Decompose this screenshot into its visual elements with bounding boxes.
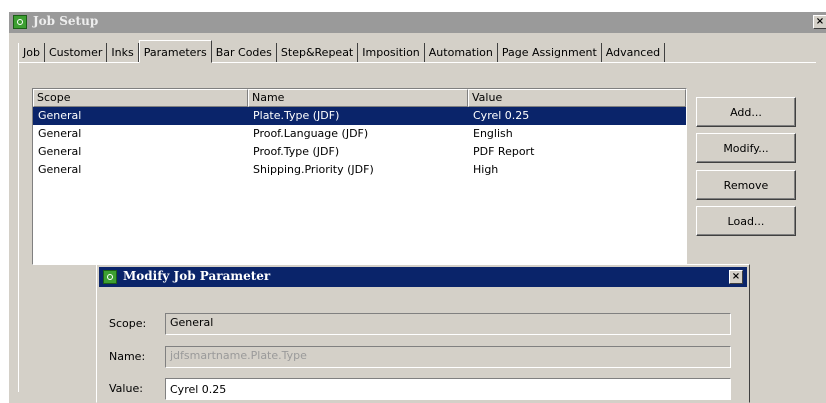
cell-value: English — [473, 127, 513, 140]
remove-button[interactable]: Remove — [696, 170, 796, 200]
window-title: Job Setup — [33, 14, 99, 28]
cell-scope: General — [38, 163, 82, 176]
tab-automation[interactable]: Automation — [425, 43, 498, 62]
column-header-scope[interactable]: Scope — [33, 89, 248, 107]
close-icon[interactable]: × — [729, 270, 743, 284]
tab-bar-codes[interactable]: Bar Codes — [212, 43, 277, 62]
cell-name: Shipping.Priority (JDF) — [253, 163, 374, 176]
cell-name: Plate.Type (JDF) — [253, 109, 340, 122]
cell-scope: General — [38, 127, 82, 140]
close-icon[interactable]: × — [813, 15, 826, 29]
tab-job[interactable]: Job — [18, 43, 45, 62]
dialog-title-bar[interactable]: Modify Job Parameter × — [99, 267, 747, 287]
modify-job-parameter-dialog: Modify Job Parameter × Scope: General Na… — [96, 264, 750, 403]
tab-inks[interactable]: Inks — [107, 43, 139, 62]
scope-label: Scope: — [109, 317, 147, 330]
name-field: jdfsmartname.Plate.Type — [165, 346, 731, 368]
value-label: Value: — [109, 382, 143, 395]
cell-name: Proof.Type (JDF) — [253, 145, 340, 158]
dialog-title: Modify Job Parameter — [123, 269, 271, 283]
title-bar[interactable]: Job Setup × — [9, 12, 826, 33]
table-row[interactable]: General Proof.Language (JDF) English — [33, 125, 686, 143]
cell-name: Proof.Language (JDF) — [253, 127, 369, 140]
tab-imposition[interactable]: Imposition — [358, 43, 425, 62]
tab-bar: Job Customer Inks Parameters Bar Codes S… — [18, 40, 666, 63]
tab-page-assignment[interactable]: Page Assignment — [498, 43, 602, 62]
tab-step-repeat[interactable]: Step&Repeat — [277, 43, 359, 62]
tab-advanced[interactable]: Advanced — [602, 43, 666, 62]
cell-value: High — [473, 163, 499, 176]
column-header-value[interactable]: Value — [468, 89, 686, 107]
table-row[interactable]: General Plate.Type (JDF) Cyrel 0.25 — [33, 107, 686, 125]
cell-scope: General — [38, 145, 82, 158]
app-icon — [103, 270, 117, 284]
load-button[interactable]: Load... — [696, 206, 796, 236]
app-icon — [13, 15, 27, 29]
tab-parameters[interactable]: Parameters — [138, 40, 212, 63]
tab-customer[interactable]: Customer — [45, 43, 108, 62]
cell-value: Cyrel 0.25 — [473, 109, 530, 122]
scope-field: General — [165, 313, 731, 335]
modify-button[interactable]: Modify... — [696, 133, 796, 163]
add-button[interactable]: Add... — [696, 97, 796, 127]
name-label: Name: — [109, 350, 146, 363]
table-row[interactable]: General Proof.Type (JDF) PDF Report — [33, 143, 686, 161]
list-header: Scope Name Value — [33, 89, 686, 107]
cell-value: PDF Report — [473, 145, 535, 158]
column-header-name[interactable]: Name — [248, 89, 468, 107]
cell-scope: General — [38, 109, 82, 122]
table-row[interactable]: General Shipping.Priority (JDF) High — [33, 161, 686, 179]
parameters-list[interactable]: Scope Name Value General Plate.Type (JDF… — [32, 88, 687, 265]
value-input[interactable] — [165, 378, 731, 400]
